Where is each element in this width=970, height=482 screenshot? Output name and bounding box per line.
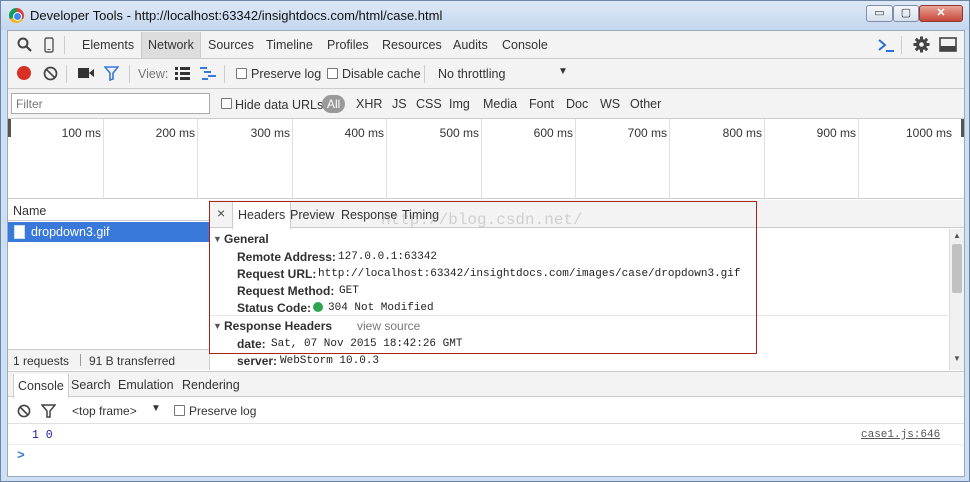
drawer-tab-console[interactable]: Console	[13, 374, 69, 398]
type-filter-ws[interactable]: WS	[600, 97, 620, 111]
chrome-icon	[9, 8, 24, 23]
server-header-label: server:	[237, 354, 278, 368]
capture-screenshots-icon[interactable]	[78, 67, 94, 79]
title-bar[interactable]: Developer Tools - http://localhost:63342…	[1, 1, 969, 30]
console-source-link[interactable]: case1.js:646	[861, 429, 940, 441]
tab-elements[interactable]: Elements	[82, 38, 134, 52]
console-drawer-icon[interactable]	[877, 37, 895, 53]
table-row[interactable]: dropdown3.gif	[8, 222, 209, 242]
tab-network[interactable]: Network	[141, 32, 201, 58]
timeline-tick: 400 ms	[344, 126, 384, 140]
type-filter-css[interactable]: CSS	[416, 97, 442, 111]
timeline-tick: 700 ms	[627, 126, 667, 140]
minimize-button[interactable]: ▭	[866, 5, 893, 22]
close-window-button[interactable]: ✕	[919, 5, 963, 22]
type-filter-other[interactable]: Other	[630, 97, 661, 111]
tab-profiles[interactable]: Profiles	[327, 38, 369, 52]
maximize-button[interactable]: ▢	[893, 5, 919, 22]
filter-bar: Hide data URLs All XHR JS CSS Img Media …	[8, 89, 964, 119]
filter-icon[interactable]	[41, 404, 56, 418]
record-icon[interactable]	[16, 65, 32, 81]
device-mode-icon[interactable]	[44, 37, 54, 53]
timeline-tick: 200 ms	[155, 126, 195, 140]
filter-icon[interactable]	[104, 66, 119, 81]
throttling-select[interactable]: No throttling	[438, 67, 505, 81]
request-list: Name dropdown3.gif 1 requests 91 B trans…	[8, 200, 210, 370]
frame-select[interactable]: <top frame>	[72, 404, 137, 418]
console-drawer: Console Search Emulation Rendering <top …	[8, 371, 964, 476]
timeline-tick: 600 ms	[533, 126, 573, 140]
drawer-tab-rendering[interactable]: Rendering	[182, 378, 240, 392]
type-filter-xhr[interactable]: XHR	[356, 97, 382, 111]
console-preserve-log-checkbox[interactable]	[174, 405, 185, 416]
large-rows-icon[interactable]	[175, 67, 190, 80]
tab-sources[interactable]: Sources	[208, 38, 254, 52]
devtools-window: Developer Tools - http://localhost:63342…	[0, 0, 970, 482]
hide-data-urls-label: Hide data URLs	[235, 98, 324, 112]
timeline-tick: 100 ms	[61, 126, 101, 140]
transferred-size: 91 B transferred	[89, 354, 176, 368]
file-icon	[14, 225, 25, 239]
tab-timeline[interactable]: Timeline	[266, 38, 313, 52]
chevron-down-icon[interactable]: ▼	[151, 403, 161, 414]
clear-icon[interactable]	[43, 66, 58, 81]
drawer-tab-search[interactable]: Search	[71, 378, 111, 392]
timeline-tick: 300 ms	[250, 126, 290, 140]
tab-audits[interactable]: Audits	[453, 38, 488, 52]
timeline-overview[interactable]: 100 ms 200 ms 300 ms 400 ms 500 ms 600 m…	[8, 119, 964, 199]
console-message-text: 1 0	[32, 429, 53, 442]
request-name[interactable]: dropdown3.gif	[31, 225, 110, 239]
console-prompt[interactable]: >	[17, 448, 25, 463]
scrollbar-thumb[interactable]	[952, 244, 962, 293]
inspect-icon[interactable]	[17, 37, 32, 52]
filter-input[interactable]	[11, 93, 210, 114]
timeline-tick: 500 ms	[439, 126, 479, 140]
type-filter-doc[interactable]: Doc	[566, 97, 588, 111]
timeline-tick: 1000 ms	[905, 126, 952, 140]
chevron-down-icon[interactable]: ▼	[558, 66, 568, 77]
window-title: Developer Tools - http://localhost:63342…	[30, 8, 443, 23]
detail-scrollbar[interactable]: ▲ ▼	[949, 229, 964, 370]
type-filter-js[interactable]: JS	[392, 97, 407, 111]
console-preserve-log-label: Preserve log	[189, 404, 257, 418]
main-tab-bar: Elements Network Sources Timeline Profil…	[8, 31, 964, 59]
gear-icon[interactable]	[913, 36, 930, 53]
console-message: 1 0 case1.js:646	[8, 425, 964, 445]
hide-data-urls-checkbox[interactable]	[221, 98, 232, 109]
disable-cache-checkbox[interactable]	[327, 68, 338, 79]
type-filter-media[interactable]: Media	[483, 97, 517, 111]
server-header-value: WebStorm 10.0.3	[280, 355, 380, 367]
view-label: View:	[138, 67, 169, 81]
type-filter-font[interactable]: Font	[529, 97, 554, 111]
preserve-log-checkbox[interactable]	[236, 68, 247, 79]
highlight-box	[209, 201, 757, 354]
network-toolbar: View: Preserve log Disable cache No thro…	[8, 59, 964, 89]
requests-count: 1 requests	[13, 354, 70, 368]
tab-resources[interactable]: Resources	[382, 38, 442, 52]
type-filter-all[interactable]: All	[322, 95, 346, 113]
disable-cache-label: Disable cache	[342, 67, 421, 81]
overview-icon[interactable]	[200, 67, 216, 80]
dock-side-icon[interactable]	[939, 37, 957, 52]
timeline-tick: 800 ms	[722, 126, 762, 140]
name-column-header[interactable]: Name	[13, 204, 46, 218]
timeline-handle-right[interactable]	[961, 119, 964, 137]
timeline-handle-left[interactable]	[8, 119, 11, 137]
clear-console-icon[interactable]	[17, 404, 31, 418]
drawer-tab-emulation[interactable]: Emulation	[118, 378, 174, 392]
type-filter-img[interactable]: Img	[449, 97, 470, 111]
tab-console[interactable]: Console	[502, 38, 548, 52]
preserve-log-label: Preserve log	[251, 67, 322, 81]
timeline-tick: 900 ms	[816, 126, 856, 140]
